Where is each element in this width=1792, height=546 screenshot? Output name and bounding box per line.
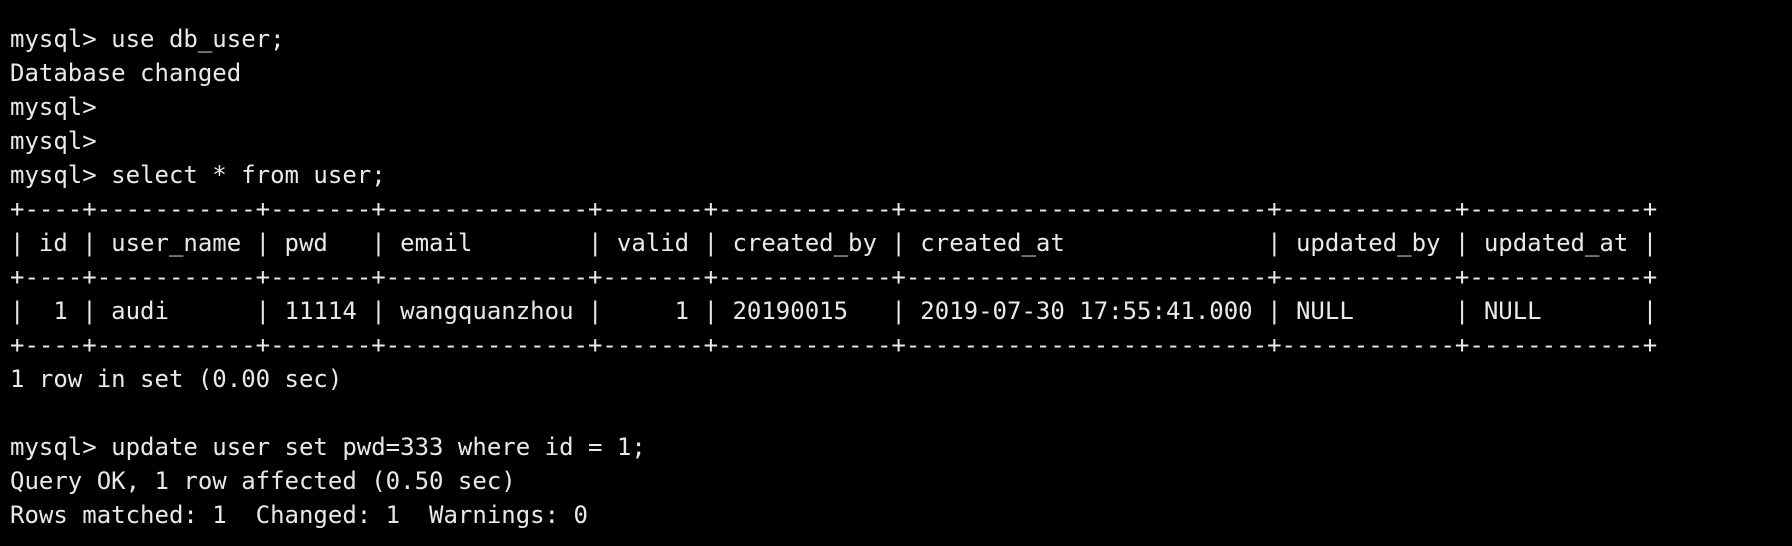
output-rows-matched: Rows matched: 1 Changed: 1 Warnings: 0 [10,501,588,529]
empty-prompt-line: mysql> [10,127,97,155]
table-row: | 1 | audi | 11114 | wangquanzhou | 1 | … [10,297,1658,325]
output-database-changed: Database changed [10,59,242,87]
command-line-use-db: mysql> use db_user; [10,25,285,53]
table-border-top: +----+-----------+-------+--------------… [10,195,1658,223]
output-row-count: 1 row in set (0.00 sec) [10,365,343,393]
command-line-select: mysql> select * from user; [10,161,386,189]
table-header-row: | id | user_name | pwd | email | valid |… [10,229,1658,257]
table-border-middle: +----+-----------+-------+--------------… [10,263,1658,291]
table-border-bottom: +----+-----------+-------+--------------… [10,331,1658,359]
command-line-update: mysql> update user set pwd=333 where id … [10,433,646,461]
empty-prompt-line: mysql> [10,93,97,121]
output-query-ok: Query OK, 1 row affected (0.50 sec) [10,467,516,495]
terminal-window[interactable]: mysql> use db_user; Database changed mys… [0,0,1792,546]
